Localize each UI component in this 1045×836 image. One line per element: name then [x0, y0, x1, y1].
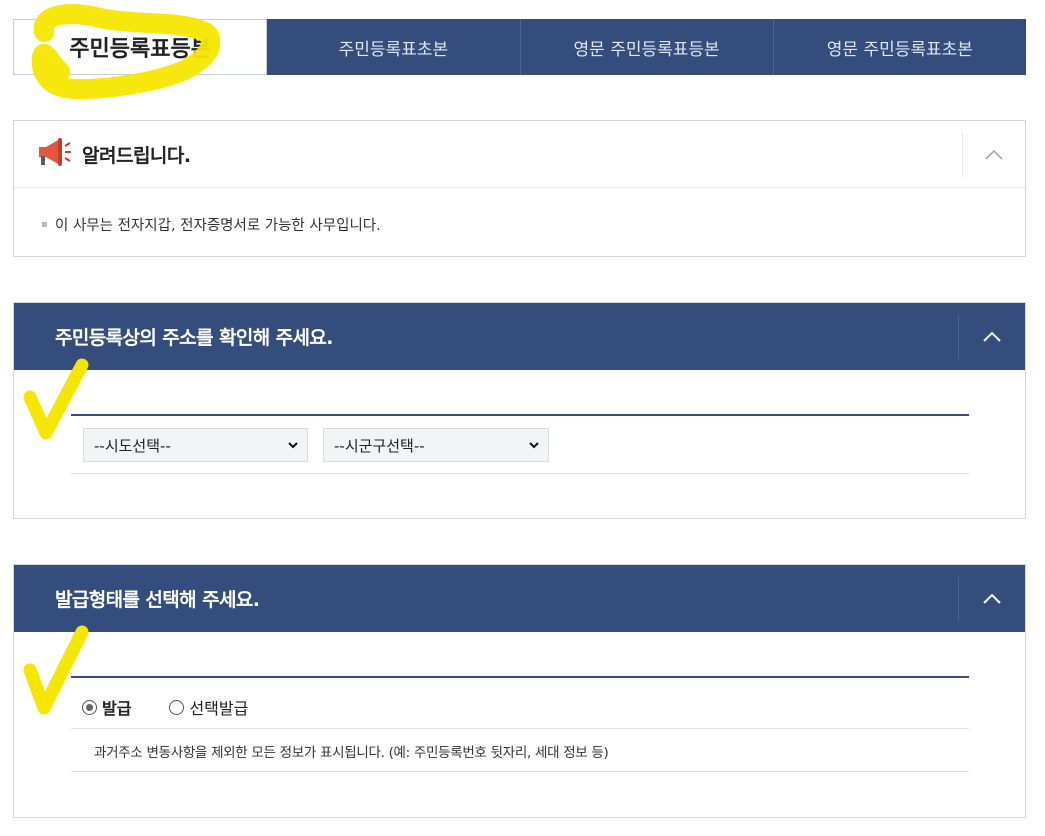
issue-type-section-title: 발급형태를 선택해 주세요. — [55, 589, 260, 611]
sido-select-value: --시도선택-- — [94, 436, 171, 455]
chevron-up-icon — [983, 332, 1001, 342]
radio-issue-label[interactable]: 발급 — [102, 695, 131, 719]
divider — [71, 414, 969, 416]
sido-select[interactable]: --시도선택-- — [83, 428, 308, 462]
certificate-tabs: 주민등록표등본 주민등록표초본 영문 주민등록표등본 영문 주민등록표초본 — [13, 19, 1026, 75]
divider — [71, 676, 969, 678]
address-section: 주민등록상의 주소를 확인해 주세요. --시도선택-- --시군구선택-- — [13, 302, 1026, 519]
tab-english-registration-copy[interactable]: 영문 주민등록표등본 — [520, 19, 774, 75]
notice-collapse-button[interactable] — [962, 133, 1025, 177]
notice-header: 알려드립니다. — [14, 121, 1025, 188]
chevron-down-icon — [529, 442, 539, 449]
address-section-collapse-button[interactable] — [958, 315, 1025, 359]
notice-item: 이 사무는 전자지갑, 전자증명서로 가능한 사무입니다. — [55, 218, 381, 234]
notice-body: 이 사무는 전자지갑, 전자증명서로 가능한 사무입니다. — [14, 188, 1025, 235]
divider — [71, 728, 969, 729]
sigungu-select[interactable]: --시군구선택-- — [323, 428, 549, 462]
issue-type-section-collapse-button[interactable] — [958, 577, 1025, 621]
radio-selective-issue-label[interactable]: 선택발급 — [189, 695, 248, 719]
chevron-down-icon — [288, 442, 298, 449]
notice-title: 알려드립니다. — [82, 144, 191, 167]
megaphone-icon — [36, 136, 72, 172]
issue-type-description: 과거주소 변동사항을 제외한 모든 정보가 표시됩니다. (예: 주민등록번호 … — [94, 745, 609, 761]
divider — [71, 771, 969, 772]
tab-resident-registration-copy[interactable]: 주민등록표등본 — [13, 19, 268, 75]
sigungu-select-value: --시군구선택-- — [334, 436, 425, 455]
issue-type-section-header: 발급형태를 선택해 주세요. — [14, 565, 1025, 632]
chevron-up-icon — [983, 594, 1001, 604]
address-section-title: 주민등록상의 주소를 확인해 주세요. — [55, 327, 333, 349]
tab-resident-registration-abstract[interactable]: 주민등록표초본 — [267, 19, 521, 75]
tab-english-registration-abstract[interactable]: 영문 주민등록표초본 — [773, 19, 1026, 75]
notice-panel: 알려드립니다. 이 사무는 전자지갑, 전자증명서로 가능한 사무입니다. — [13, 120, 1026, 257]
divider — [71, 473, 969, 474]
chevron-up-icon — [985, 150, 1003, 160]
radio-selective-issue[interactable] — [169, 699, 185, 715]
address-section-header: 주민등록상의 주소를 확인해 주세요. — [14, 303, 1025, 370]
radio-issue[interactable] — [82, 699, 97, 715]
issue-type-section: 발급형태를 선택해 주세요. 발급 선택발급 과거주소 변동사항을 제외한 모든… — [13, 564, 1026, 818]
bullet-icon — [42, 222, 47, 227]
issue-type-options: 발급 선택발급 — [82, 695, 286, 719]
